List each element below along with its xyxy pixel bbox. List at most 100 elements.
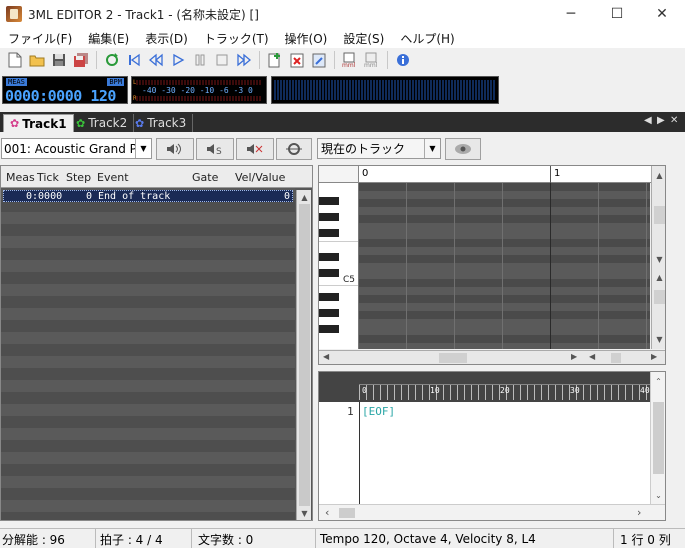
scroll-up-icon[interactable]: ▲ <box>297 190 312 204</box>
zoom-thumb[interactable] <box>611 353 621 363</box>
add-track-icon[interactable] <box>264 49 286 71</box>
scroll-right-icon[interactable]: ▶ <box>571 352 577 361</box>
bpm-value: 120 <box>90 87 116 105</box>
piano-key[interactable] <box>319 293 339 301</box>
save-all-icon[interactable] <box>70 49 92 71</box>
ruler-number: 10 <box>430 386 440 395</box>
tab-track2[interactable]: ✿ Track2 <box>70 114 135 132</box>
instrument-select[interactable]: 001: Acoustic Grand Pia ▼ <box>1 138 152 159</box>
piano-key[interactable] <box>319 309 339 317</box>
column-step[interactable]: Step <box>66 171 91 184</box>
piano-key[interactable] <box>319 229 339 237</box>
piano-key[interactable] <box>319 325 339 333</box>
mml-export-icon[interactable]: mml <box>361 49 383 71</box>
scroll-up-icon[interactable]: ⌃ <box>651 374 665 388</box>
mml-text-area[interactable]: [EOF] <box>362 405 395 418</box>
mml-import-icon[interactable]: mml <box>339 49 361 71</box>
level-scale: -40 -30 -20 -10 -6 -3 0 <box>142 86 253 95</box>
menu-view[interactable]: 表示(D) <box>137 30 196 47</box>
zoom-up-icon[interactable]: ▲ <box>652 270 665 284</box>
info-icon[interactable] <box>392 49 414 71</box>
menu-settings[interactable]: 設定(S) <box>335 30 392 47</box>
refresh-icon[interactable] <box>101 49 123 71</box>
menu-help[interactable]: ヘルプ(H) <box>392 30 462 47</box>
scroll-down-icon[interactable]: ⌄ <box>651 488 665 502</box>
edit-track-icon[interactable] <box>308 49 330 71</box>
piano-roll-grid[interactable] <box>359 183 650 349</box>
scroll-thumb[interactable] <box>339 508 355 518</box>
ruler-number: 40 <box>640 386 650 395</box>
open-folder-icon[interactable] <box>26 49 48 71</box>
minimize-button[interactable]: ─ <box>548 0 594 28</box>
meas-label: MEAS <box>6 78 27 86</box>
scroll-down-icon[interactable]: ▼ <box>297 506 312 520</box>
current-track-select[interactable]: 現在のトラック ▼ <box>317 138 441 159</box>
maximize-button[interactable]: ☐ <box>594 0 640 28</box>
stop-icon[interactable] <box>211 49 233 71</box>
zoom-left-icon[interactable]: ◀ <box>589 352 595 361</box>
tab-next-icon[interactable]: ▶ <box>657 115 665 126</box>
piano-key[interactable] <box>319 253 339 261</box>
scroll-down-icon[interactable]: ▼ <box>652 252 665 266</box>
menu-file[interactable]: ファイル(F) <box>0 30 80 47</box>
event-list-scrollbar[interactable]: ▲ ▼ <box>296 190 311 520</box>
tab-track3[interactable]: ✿ Track3 <box>129 114 194 132</box>
zoom-thumb[interactable] <box>654 290 665 304</box>
app-logo-icon <box>6 6 22 22</box>
column-tick[interactable]: Tick <box>37 171 59 184</box>
eye-icon[interactable] <box>445 138 481 160</box>
piano-roll-ruler[interactable]: 0 1 <box>359 166 665 183</box>
piano-key[interactable] <box>319 197 339 205</box>
fast-forward-icon[interactable] <box>233 49 255 71</box>
rewind-icon[interactable] <box>145 49 167 71</box>
piano-roll-vscroll[interactable]: ▲ ▼ ▲ ▼ <box>651 166 665 349</box>
piano-roll-hscroll[interactable]: ◀ ▶ ◀ ▶ <box>319 350 665 364</box>
play-icon[interactable] <box>167 49 189 71</box>
save-icon[interactable] <box>48 49 70 71</box>
table-row[interactable]: 0:0000 0 End of track 0 <box>3 190 293 202</box>
event-list-body[interactable] <box>1 188 295 520</box>
scroll-thumb[interactable] <box>439 353 467 363</box>
column-event[interactable]: Event <box>97 171 129 184</box>
scroll-thumb[interactable] <box>299 204 310 506</box>
scroll-left-icon[interactable]: ‹ <box>325 506 329 519</box>
cell-event: End of track <box>98 191 171 202</box>
record-icon[interactable] <box>276 138 312 160</box>
close-button[interactable]: ✕ <box>639 0 685 28</box>
event-list-header: Meas Tick Step Event Gate Vel/Value <box>1 166 312 188</box>
column-vel-value[interactable]: Vel/Value <box>235 171 285 184</box>
scroll-thumb[interactable] <box>653 402 664 474</box>
delete-track-icon[interactable] <box>286 49 308 71</box>
mml-vscroll[interactable]: ⌃ ⌄ <box>650 372 665 504</box>
tab-close-icon[interactable]: ✕ <box>670 115 678 126</box>
piano-keyboard[interactable]: C5 <box>319 183 359 349</box>
scroll-thumb[interactable] <box>654 206 665 224</box>
menu-edit[interactable]: 編集(E) <box>80 30 137 47</box>
chevron-down-icon[interactable]: ▼ <box>135 139 151 158</box>
menu-track[interactable]: トラック(T) <box>196 30 277 47</box>
mml-editor: 0 10 20 30 40 1 [EOF] ⌃ ⌄ ‹ › <box>318 371 666 521</box>
column-gate[interactable]: Gate <box>192 171 218 184</box>
scroll-up-icon[interactable]: ▲ <box>652 168 665 182</box>
zoom-down-icon[interactable]: ▼ <box>652 332 665 346</box>
scroll-left-icon[interactable]: ◀ <box>323 352 329 361</box>
event-list: Meas Tick Step Event Gate Vel/Value 0:00… <box>0 165 313 521</box>
new-file-icon[interactable] <box>4 49 26 71</box>
chevron-down-icon[interactable]: ▼ <box>424 139 440 158</box>
toolbar-separator <box>387 51 388 69</box>
ruler-number: 20 <box>500 386 510 395</box>
column-meas[interactable]: Meas <box>6 171 35 184</box>
speaker-icon[interactable] <box>156 138 194 160</box>
menu-operation[interactable]: 操作(O) <box>277 30 336 47</box>
scroll-right-icon[interactable]: › <box>637 506 641 519</box>
pause-icon[interactable] <box>189 49 211 71</box>
piano-key[interactable] <box>319 269 339 277</box>
mml-hscroll[interactable]: ‹ › <box>319 504 665 520</box>
speaker-solo-icon[interactable]: S <box>196 138 234 160</box>
tab-track1[interactable]: ✿ Track1 <box>3 114 74 132</box>
speaker-mute-icon[interactable] <box>236 138 274 160</box>
zoom-right-icon[interactable]: ▶ <box>651 352 657 361</box>
piano-key[interactable] <box>319 213 339 221</box>
skip-start-icon[interactable] <box>123 49 145 71</box>
tab-prev-icon[interactable]: ◀ <box>644 115 652 126</box>
